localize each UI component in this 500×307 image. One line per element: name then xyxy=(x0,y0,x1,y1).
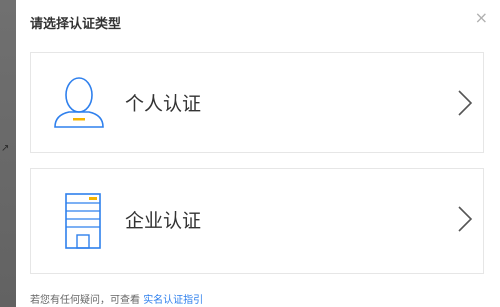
person-icon xyxy=(51,73,107,135)
dialog-title: 请选择认证类型 xyxy=(30,17,122,32)
background-arrow-icon: ↗ xyxy=(1,143,10,154)
chevron-right-icon xyxy=(457,205,473,237)
auth-type-dialog: 请选择认证类型 × 个人认证 企业认证 若您有任何疑问，可查看 实名认证指引 xyxy=(16,0,500,307)
chevron-right-icon xyxy=(457,89,473,121)
enterprise-auth-label: 企业认证 xyxy=(125,210,202,232)
personal-auth-option[interactable]: 个人认证 xyxy=(30,52,484,153)
background-overlay: ↗ xyxy=(0,0,16,307)
auth-guide-link[interactable]: 实名认证指引 xyxy=(143,295,203,306)
enterprise-auth-option[interactable]: 企业认证 xyxy=(30,168,484,274)
personal-auth-label: 个人认证 xyxy=(125,93,202,115)
help-footer: 若您有任何疑问，可查看 实名认证指引 xyxy=(30,291,203,306)
building-icon xyxy=(65,193,101,253)
help-text: 若您有任何疑问，可查看 xyxy=(30,295,140,306)
close-icon[interactable]: × xyxy=(475,10,488,26)
